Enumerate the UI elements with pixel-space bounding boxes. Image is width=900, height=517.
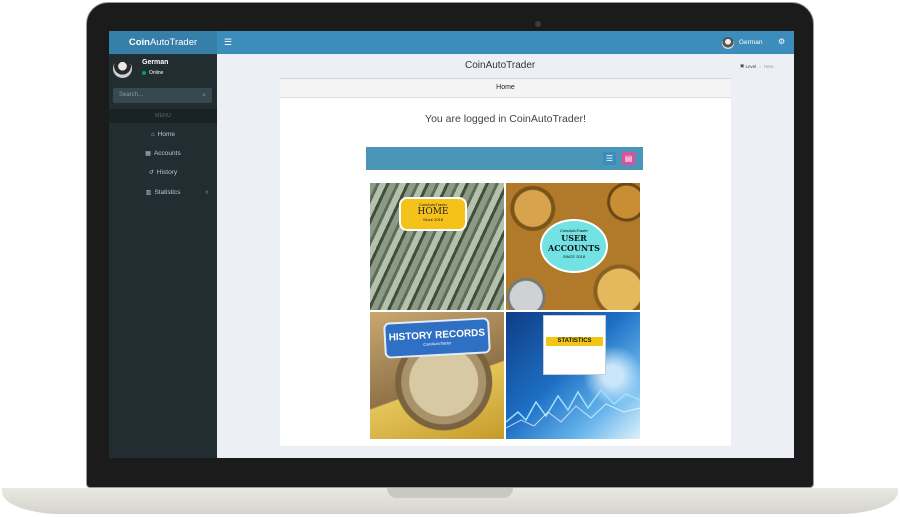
sidebar-item-label: Statistics (154, 189, 181, 196)
sidebar-item-history[interactable]: ↺ History (109, 164, 217, 182)
search-input[interactable]: Search... ⌕ (113, 88, 212, 103)
home-tile[interactable]: CoinAutoTrader HOME Since 2018 (370, 183, 504, 310)
history-tile-label: HISTORY RECORDS CoinAutoTrader (383, 317, 491, 359)
camera-icon (535, 21, 541, 27)
home-icon: ⌂ (151, 132, 155, 138)
page-title: CoinAutoTrader (465, 60, 536, 71)
sidebar-item-label: History (156, 169, 178, 176)
home-tile-title: HOME (417, 207, 449, 217)
sidebar-item-accounts[interactable]: ▦ Accounts (109, 145, 217, 163)
home-tile-label: CoinAutoTrader HOME Since 2018 (399, 197, 467, 231)
sidebar-toggle-icon[interactable]: ☰ (224, 31, 232, 54)
accounts-tile[interactable]: CoinAutoTrader USER ACCOUNTS SINCE 2018 (506, 183, 640, 310)
content-box: Home You are logged in CoinAutoTrader! ☰… (280, 78, 731, 446)
bank-icon: ▦ (145, 151, 151, 157)
breadcrumb-separator: › (759, 63, 761, 69)
box-title: Home (280, 79, 731, 98)
accounts-tile-title2: ACCOUNTS (548, 243, 600, 253)
user-name: German (739, 39, 763, 46)
app-logo[interactable]: CoinAutoTrader (109, 31, 217, 54)
breadcrumb: ▣ Level › Here (740, 63, 774, 69)
user-menu[interactable]: German (722, 36, 762, 49)
sidebar-item-statistics[interactable]: ▥ Statistics ‹ (109, 184, 217, 202)
status-text: Online (149, 70, 164, 76)
gears-icon[interactable]: ⚙ (778, 37, 785, 46)
history-icon: ↺ (148, 170, 154, 176)
top-navbar: CoinAutoTrader ☰ German ⚙ (109, 31, 794, 54)
chevron-left-icon: ‹ (205, 189, 208, 196)
statistics-tile[interactable]: STATISTICS (506, 312, 640, 439)
sidebar-item-home[interactable]: ⌂ Home (109, 126, 217, 144)
accounts-tile-title1: USER (561, 233, 587, 243)
grid-view-button[interactable]: ▤ (622, 152, 635, 165)
sidebar: German Online Search... ⌕ MENU ⌂ Home ▦ Ac… (109, 54, 217, 458)
sidebar-item-label: Accounts (153, 150, 181, 157)
search-placeholder: Search... (119, 92, 144, 98)
sidebar-user-name: German (142, 59, 169, 66)
laptop-notch (387, 488, 513, 498)
gallery-toolbar: ☰ ▤ (366, 147, 643, 170)
trend-line-icon (506, 388, 640, 429)
logo-bold: Coin (128, 37, 150, 48)
breadcrumb-level[interactable]: Level (746, 64, 757, 69)
status-badge: Online (142, 70, 163, 76)
statistics-tile-label: STATISTICS (543, 315, 606, 375)
search-icon[interactable]: ⌕ (202, 88, 206, 103)
accounts-tile-sub: SINCE 2018 (562, 254, 586, 259)
bar-chart-icon: ▥ (145, 190, 152, 196)
accounts-tile-label: CoinAutoTrader USER ACCOUNTS SINCE 2018 (540, 219, 608, 273)
logo-rest: AutoTrader (149, 37, 198, 48)
welcome-message: You are logged in CoinAutoTrader! (425, 113, 586, 125)
sidebar-item-label: Home (157, 131, 175, 138)
avatar (722, 36, 734, 49)
statistics-tile-title: STATISTICS (546, 337, 603, 346)
menu-header: MENU (109, 109, 217, 123)
user-avatar (113, 59, 132, 78)
app-screen: CoinAutoTrader ☰ German ⚙ German Online … (109, 31, 794, 458)
home-tile-sub: Since 2018 (422, 217, 443, 222)
list-view-button[interactable]: ☰ (603, 152, 616, 165)
breadcrumb-here: Here (763, 63, 774, 69)
history-tile[interactable]: HISTORY RECORDS CoinAutoTrader (370, 312, 504, 439)
online-dot-icon (142, 71, 146, 75)
